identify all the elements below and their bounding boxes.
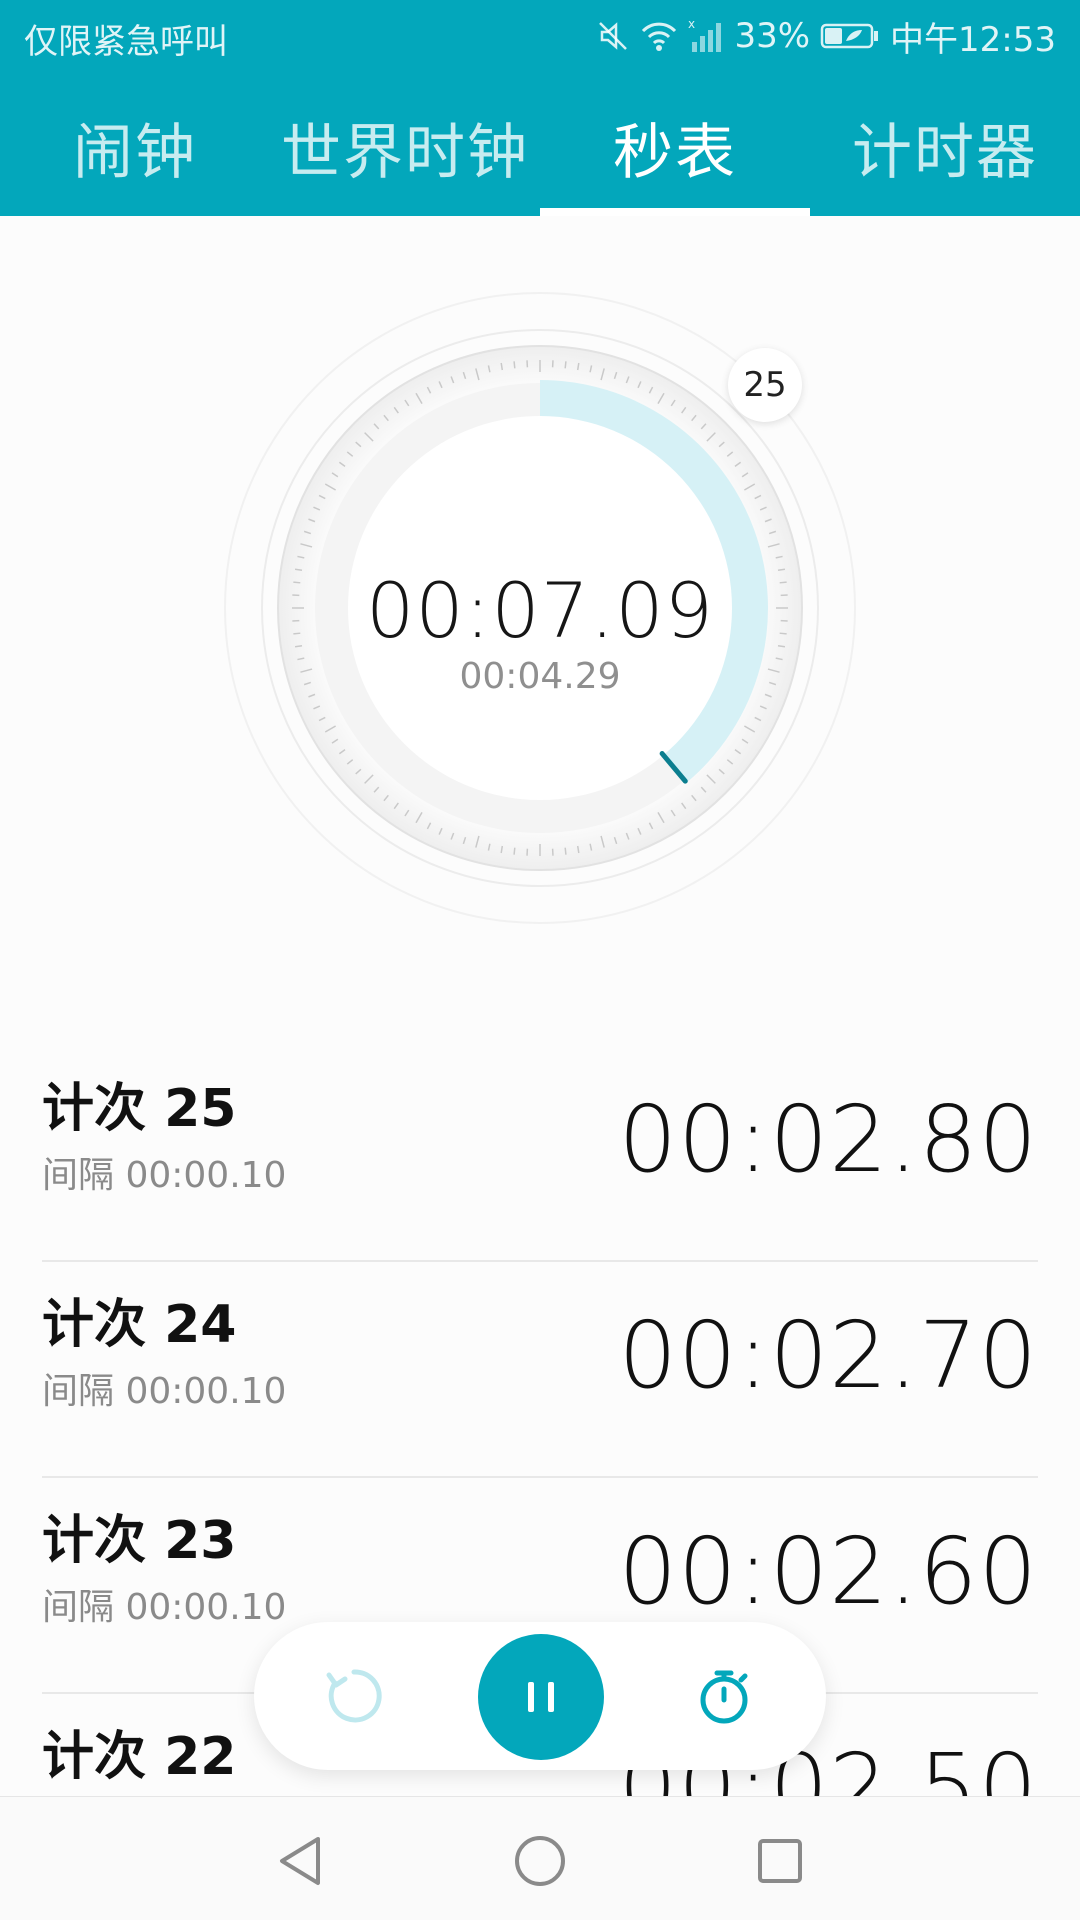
- lap-time: 00:02.80: [618, 1086, 1038, 1193]
- lap-label: 计次 25: [42, 1079, 237, 1139]
- lap-count-badge: 25: [728, 348, 802, 422]
- back-button[interactable]: [270, 1831, 330, 1891]
- svg-text:x: x: [688, 18, 695, 31]
- tab-stopwatch[interactable]: 秒表: [540, 90, 810, 216]
- wifi-icon: [640, 19, 678, 53]
- battery-percent: 33%: [734, 16, 811, 56]
- battery-icon: [820, 21, 880, 51]
- dial-tick: [513, 361, 516, 369]
- reset-button[interactable]: [314, 1656, 394, 1736]
- pause-icon: [528, 1682, 554, 1712]
- lap-time: 00:02.60: [618, 1518, 1038, 1625]
- tab-alarm[interactable]: 闹钟: [40, 90, 230, 216]
- lap-interval: 间隔 00:00.10: [42, 1587, 287, 1628]
- lap-interval: 间隔 00:00.10: [42, 1155, 287, 1196]
- control-bar: [254, 1622, 826, 1770]
- lap-label: 计次 24: [42, 1295, 237, 1355]
- system-nav-bar: [0, 1796, 1080, 1920]
- active-tab-indicator: [540, 208, 810, 216]
- signal-icon: x: [688, 18, 724, 54]
- lap-button[interactable]: [684, 1656, 764, 1736]
- back-triangle-icon: [280, 1837, 320, 1885]
- clock-text: 中午12:53: [890, 19, 1056, 60]
- lap-interval: 间隔 00:00.10: [42, 1371, 287, 1412]
- status-bar: 仅限紧急呼叫 x 33% 中午12:53: [0, 0, 1080, 75]
- stopwatch-icon: [700, 1670, 748, 1724]
- mute-icon: [596, 19, 630, 53]
- dial-tick: [564, 847, 567, 855]
- recents-button[interactable]: [750, 1831, 810, 1891]
- lap-row: 计次 25 间隔 00:00.10 00:02.80: [42, 1046, 1038, 1262]
- dial-tick: [513, 847, 516, 855]
- current-lap-time: 00:04.29: [459, 656, 621, 697]
- tab-timer[interactable]: 计时器: [820, 90, 1070, 216]
- tab-world-clock[interactable]: 世界时钟: [270, 90, 540, 216]
- dial-tick: [564, 361, 567, 369]
- lap-time: 00:02.70: [618, 1302, 1038, 1409]
- home-button[interactable]: [510, 1831, 570, 1891]
- app-header: 仅限紧急呼叫 x 33% 中午12:53 闹钟 世界时钟 秒表 计时器: [0, 0, 1080, 216]
- recents-square-icon: [758, 1839, 802, 1883]
- carrier-text: 仅限紧急呼叫: [24, 22, 228, 62]
- tab-bar: 闹钟 世界时钟 秒表 计时器: [0, 90, 1080, 216]
- reset-icon: [326, 1669, 382, 1723]
- home-circle-icon: [515, 1836, 565, 1886]
- lap-label: 计次 22: [42, 1727, 237, 1787]
- pause-button[interactable]: [478, 1634, 604, 1760]
- stopwatch-dial: 00:07.09 00:04.29: [0, 216, 1080, 1016]
- lap-label: 计次 23: [42, 1511, 237, 1571]
- status-icons: x 33% 中午12:53: [596, 12, 1056, 60]
- lap-row: 计次 24 间隔 00:00.10 00:02.70: [42, 1262, 1038, 1478]
- main-elapsed-time: 00:07.09: [366, 566, 714, 655]
